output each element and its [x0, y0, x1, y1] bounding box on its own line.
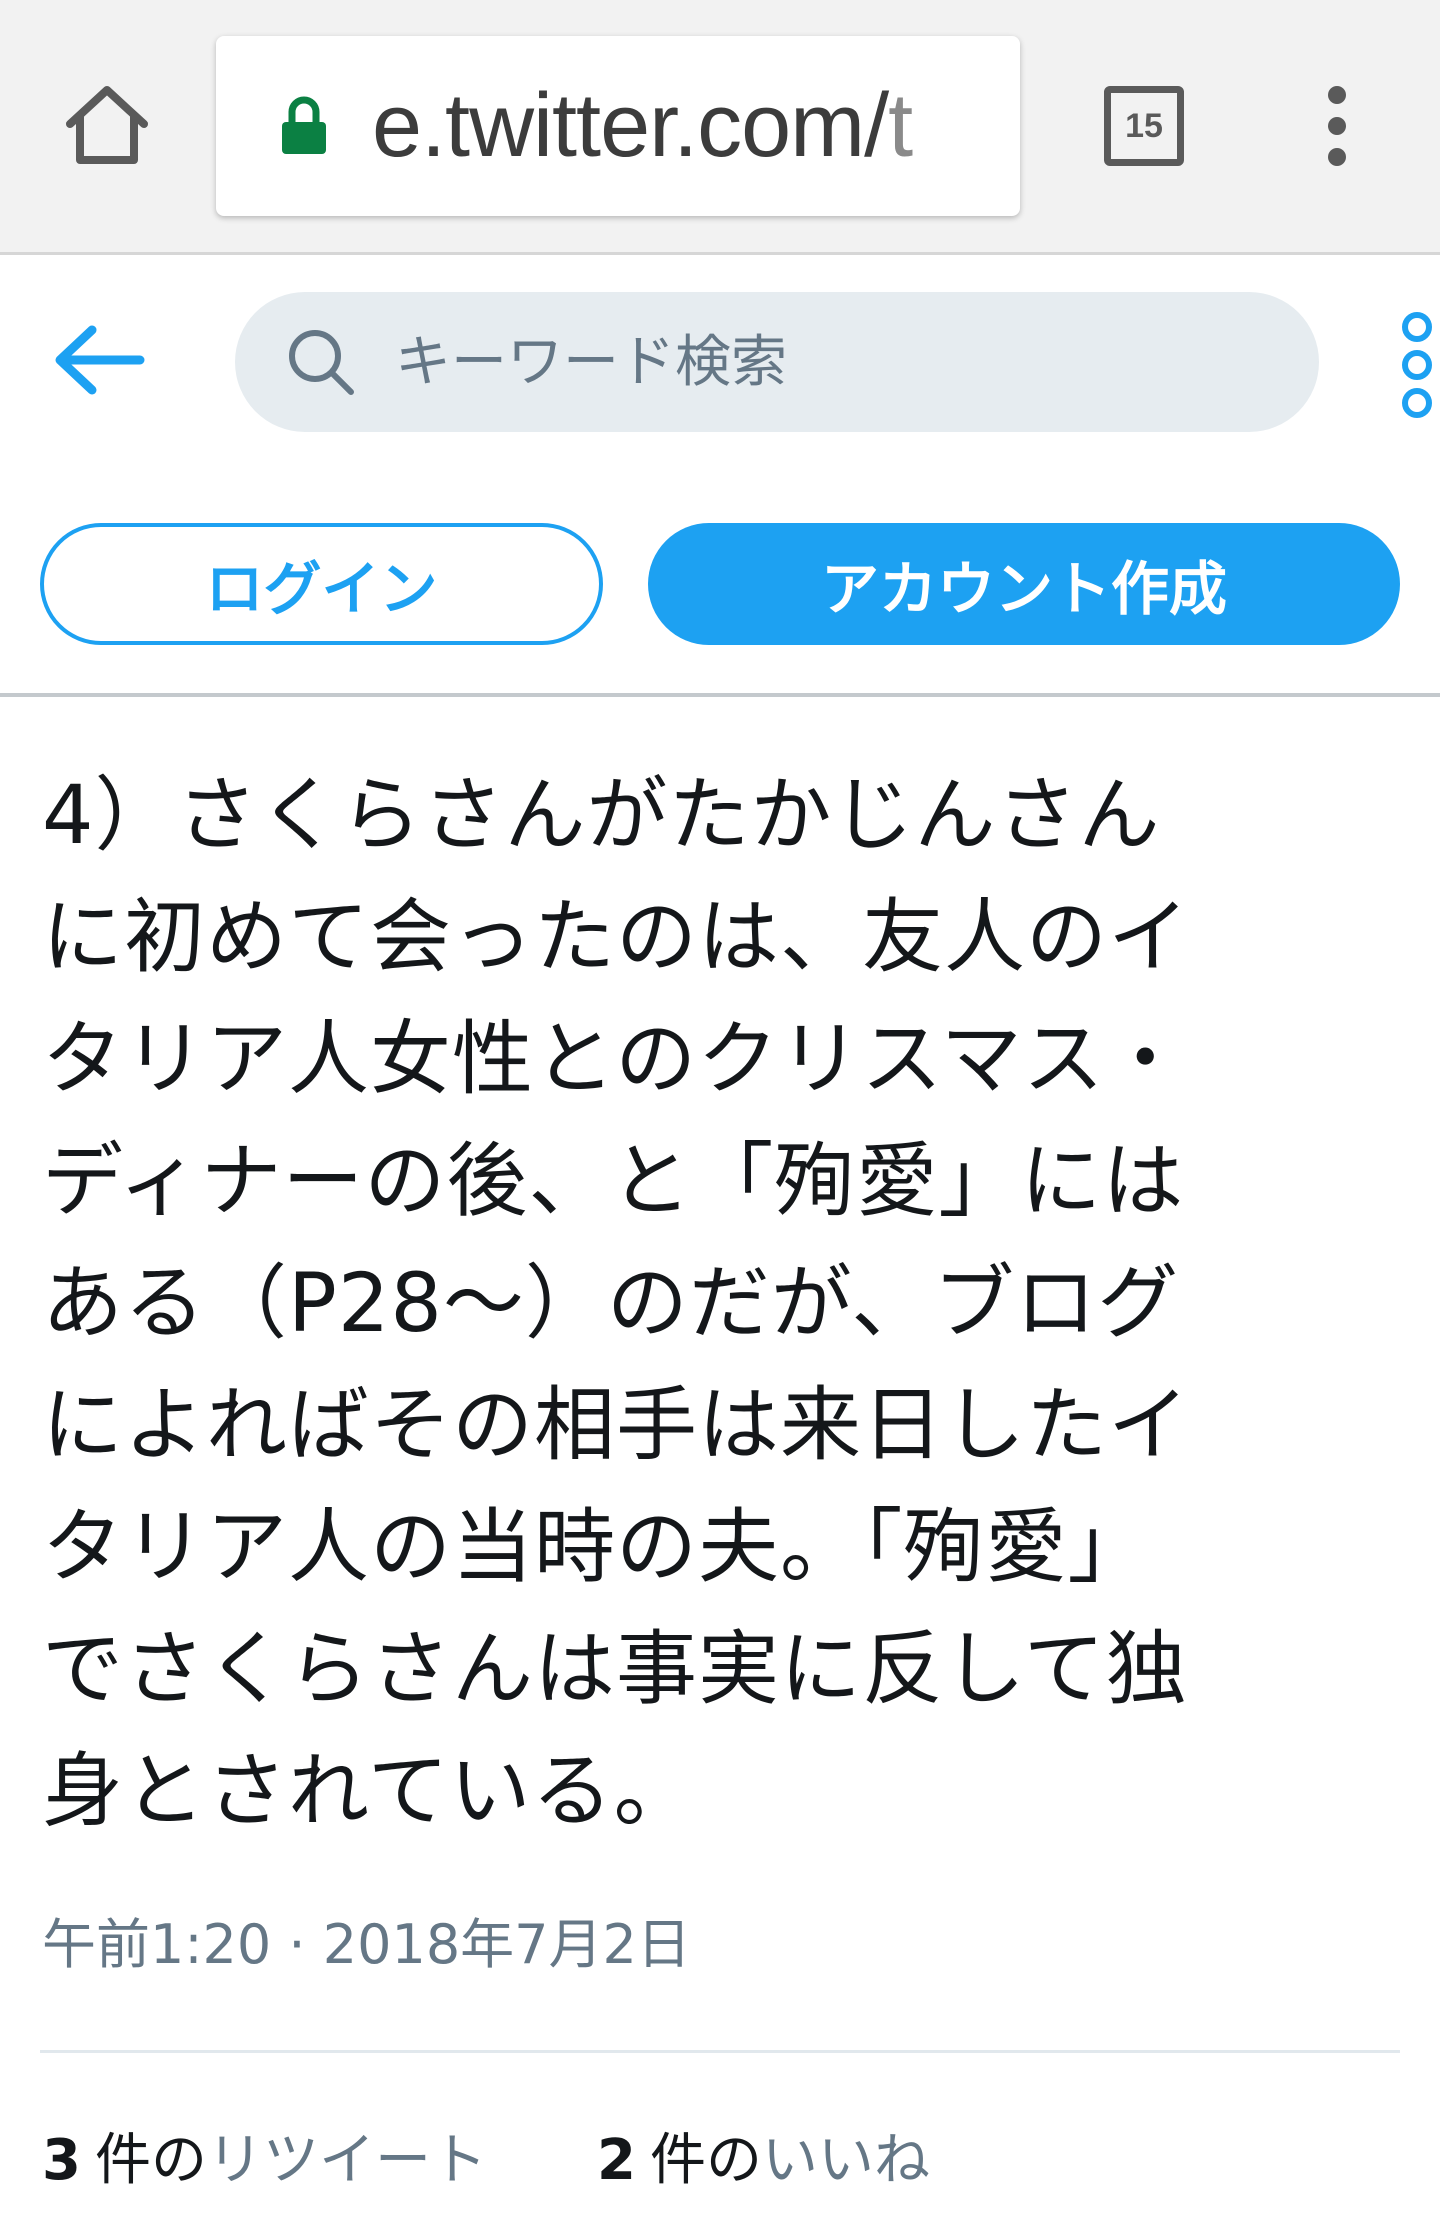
- more-dot: [1402, 312, 1432, 342]
- more-dot: [1402, 388, 1432, 418]
- like-label: いいね: [761, 2127, 930, 2193]
- tweet-stats: 3 件の リツイート 2 件の いいね: [42, 2115, 930, 2195]
- like-number: 2: [596, 2127, 636, 2193]
- tab-switcher-button[interactable]: 15: [1104, 86, 1184, 166]
- retweet-label: リツイート: [206, 2127, 487, 2193]
- menu-dot: [1328, 148, 1346, 166]
- lock-icon: [282, 96, 326, 154]
- more-dot: [1402, 350, 1432, 380]
- search-input[interactable]: [395, 329, 1245, 395]
- address-bar[interactable]: e.twitter.com/t: [216, 36, 1020, 216]
- menu-dot: [1328, 117, 1346, 135]
- search-icon: [289, 330, 354, 395]
- browser-menu-button[interactable]: [1312, 86, 1362, 166]
- tweet-line: によればその相手は来日したイ: [42, 1379, 1191, 1473]
- divider: [40, 2050, 1400, 2053]
- browser-toolbar: e.twitter.com/t 15: [0, 0, 1440, 255]
- menu-dot: [1328, 86, 1346, 104]
- tweet-line: に初めて会ったのは、友人のイ: [42, 891, 1191, 985]
- divider: [0, 693, 1440, 697]
- tweet-line: でさくらさんは事実に反して独: [42, 1623, 1188, 1717]
- search-bar[interactable]: [235, 292, 1319, 432]
- tweet-line: ディナーの後、と「殉愛」には: [42, 1135, 1185, 1229]
- more-options-button[interactable]: [1402, 312, 1440, 418]
- retweet-count[interactable]: 3 件の リツイート: [42, 2115, 487, 2196]
- tab-count: 15: [1125, 106, 1163, 145]
- tweet-line: タリア人女性とのクリスマス・: [42, 1013, 1187, 1107]
- tweet-line: 身とされている。: [42, 1745, 696, 1839]
- tweet-text: 4）さくらさんがたかじんさん に初めて会ったのは、友人のイ タリア人女性とのクリ…: [42, 755, 1412, 1853]
- signup-button[interactable]: アカウント作成: [648, 523, 1400, 645]
- retweet-number: 3: [42, 2127, 81, 2193]
- tweet-timestamp[interactable]: 午前1:20 · 2018年7月2日: [42, 1900, 691, 1979]
- like-count[interactable]: 2 件の いいね: [597, 2115, 930, 2196]
- tweet-line: タリア人の当時の夫。「殉愛」: [42, 1501, 1150, 1595]
- url-text: e.twitter.com/t: [372, 75, 913, 176]
- home-button[interactable]: [62, 80, 152, 170]
- back-button[interactable]: [50, 320, 150, 400]
- like-unit: 件の: [649, 2127, 762, 2193]
- retweet-unit: 件の: [94, 2127, 207, 2193]
- home-icon: [66, 86, 148, 164]
- tweet-line: ある（P28〜）のだが、ブログ: [42, 1257, 1180, 1351]
- tweet-line: 4）さくらさんがたかじんさん: [42, 769, 1161, 863]
- back-arrow-icon: [55, 325, 145, 395]
- login-button[interactable]: ログイン: [40, 523, 603, 645]
